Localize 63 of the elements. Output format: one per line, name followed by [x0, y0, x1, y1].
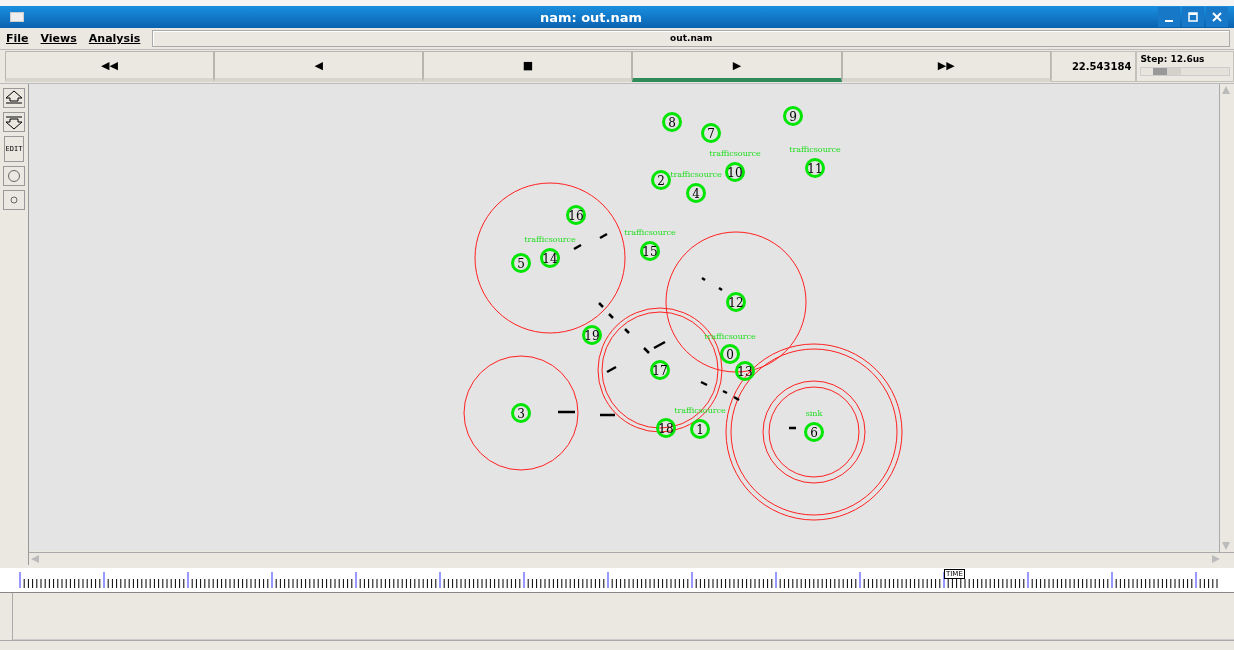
packet-mark [600, 413, 615, 417]
node-annotation: trafficsource [670, 170, 722, 179]
window-title: nam: out.nam [538, 9, 644, 25]
network-node[interactable]: 14 [540, 248, 560, 268]
network-node[interactable]: 0 [720, 344, 740, 364]
minimize-button[interactable] [1158, 7, 1180, 27]
network-node[interactable]: 19 [582, 325, 602, 345]
node-annotation: trafficsource [709, 149, 761, 158]
packet-mark [558, 410, 575, 414]
node-annotation: trafficsource [789, 145, 841, 154]
packet-mark [624, 328, 630, 334]
playback-button[interactable]: ■ [423, 51, 633, 82]
maximize-icon [1188, 12, 1198, 22]
horizontal-scrollbar[interactable] [29, 552, 1234, 565]
window-menu-icon[interactable] [10, 12, 24, 22]
file-name-field: out.nam [152, 30, 1230, 47]
network-node[interactable]: 1 [690, 419, 710, 439]
playback-button[interactable]: ◀◀ [5, 51, 215, 82]
packet-mark [599, 232, 608, 240]
node-annotation: sink [805, 409, 823, 418]
packet-mark [701, 276, 706, 282]
network-node[interactable]: 15 [640, 241, 660, 261]
close-icon [1212, 12, 1222, 22]
playback-button[interactable]: ▶▶ [841, 51, 1051, 82]
network-node[interactable]: 7 [701, 123, 721, 143]
zoom-in-icon[interactable] [3, 88, 25, 108]
playback-button[interactable]: ◀ [214, 51, 424, 82]
maximize-button[interactable] [1182, 7, 1204, 27]
menu-item[interactable]: Analysis [88, 32, 141, 45]
close-button[interactable] [1206, 7, 1228, 27]
node-annotation: trafficsource [624, 228, 676, 237]
packet-mark [700, 380, 708, 387]
step-label: Step: 12.6us [1140, 54, 1206, 64]
menu-item[interactable]: File [6, 32, 29, 45]
network-node[interactable]: 16 [566, 205, 586, 225]
network-node[interactable]: 4 [686, 183, 706, 203]
node-annotation: trafficsource [524, 235, 576, 244]
slider-fill[interactable] [1141, 68, 1181, 75]
packet-mark [718, 286, 723, 292]
minimize-icon [1165, 20, 1173, 22]
packet-mark [606, 365, 617, 374]
network-node[interactable]: 2 [651, 170, 671, 190]
packet-mark [573, 243, 582, 251]
network-node[interactable]: 11 [805, 158, 825, 178]
packet-mark [653, 340, 666, 350]
network-node[interactable]: 12 [726, 292, 746, 312]
playback-button[interactable]: ▶ [632, 51, 842, 82]
packet-mark [643, 347, 650, 354]
network-node[interactable]: 18 [656, 418, 676, 438]
time-readout: 22.543184 [1050, 51, 1137, 82]
network-node[interactable]: 6 [804, 422, 824, 442]
network-node[interactable]: 17 [650, 360, 670, 380]
network-node[interactable]: 5 [511, 253, 531, 273]
packet-mark [789, 426, 796, 430]
network-node[interactable]: 9 [783, 106, 803, 126]
menu-item[interactable]: Views [40, 32, 77, 45]
node-small-icon[interactable] [3, 190, 25, 210]
network-node[interactable]: 3 [511, 403, 531, 423]
network-node[interactable]: 10 [725, 162, 745, 182]
network-node[interactable]: 8 [662, 112, 682, 132]
zoom-out-icon[interactable] [3, 112, 25, 132]
node-large-icon[interactable] [3, 166, 25, 186]
vertical-scrollbar[interactable] [1219, 84, 1232, 553]
